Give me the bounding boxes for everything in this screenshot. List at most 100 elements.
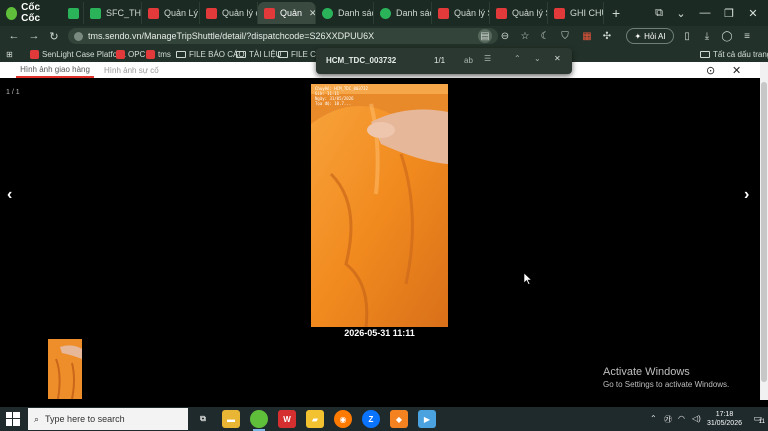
find-input[interactable]: HCM_TDC_003732 <box>326 56 396 65</box>
sticky-notes-icon[interactable]: ▰ <box>306 410 324 428</box>
browser-app-icon[interactable]: ◉ <box>334 410 352 428</box>
tab-search-icon[interactable]: ⧉ <box>648 0 670 26</box>
sidebar-icon[interactable]: ▯ <box>680 29 694 43</box>
photo-thumbnail[interactable] <box>48 339 82 399</box>
dark-mode-icon[interactable]: ☾ <box>538 29 552 43</box>
tab-1[interactable]: SFC_THEO <box>84 2 142 24</box>
tab-9[interactable]: GHI CHÚ C <box>548 2 604 24</box>
close-window-icon[interactable]: ✕ <box>742 0 764 26</box>
coccoc-logo-icon <box>6 6 18 20</box>
restore-icon[interactable]: ❐ <box>718 0 740 26</box>
zoom-icon[interactable]: ⊖ <box>498 29 512 43</box>
close-viewer-icon[interactable]: ✕ <box>732 62 741 78</box>
tab-8[interactable]: Quản lý Sl <box>490 2 548 24</box>
bookmark-label: TÀI LIỆU <box>249 49 282 59</box>
watermark-title: Activate Windows <box>603 366 690 378</box>
find-previous-icon[interactable]: ⌃ <box>514 54 521 63</box>
find-options-icon[interactable]: ☰ <box>484 54 491 63</box>
tab-5[interactable]: Danh sách <box>316 2 374 24</box>
tab-label: Danh sách <box>396 8 431 18</box>
taskbar-search[interactable]: ⌕ Type here to search <box>28 408 188 430</box>
sparkle-icon: ✦ <box>634 31 642 41</box>
tab-0[interactable] <box>62 2 84 24</box>
address-bar[interactable]: tms.sendo.vn/ManageTripShuttle/detail/?d… <box>68 28 498 44</box>
wps-office-icon[interactable]: W <box>278 410 296 428</box>
back-icon[interactable]: ← <box>6 28 22 44</box>
file-explorer-icon[interactable]: ▬ <box>222 410 240 428</box>
bookmark-folder-tai-lieu[interactable]: TÀI LIỆU <box>236 48 281 60</box>
tab-7[interactable]: Quản lý Sl <box>432 2 490 24</box>
sheet-icon <box>90 7 101 19</box>
new-tab-icon[interactable]: + <box>604 5 628 21</box>
puzzle-icon[interactable]: ✣ <box>600 29 614 43</box>
delivery-photo: Chuyến: HCM_TDC_003732 Giờ: 11:11 Ngày: … <box>311 84 448 327</box>
folder-icon <box>176 50 186 58</box>
bookmark-folder-bao-cao[interactable]: FILE BÁO CÁO <box>176 48 245 60</box>
app-icon[interactable]: ◆ <box>390 410 408 428</box>
scrollbar-thumb[interactable] <box>761 82 767 382</box>
bookmark-label: SenLight Case Platfor... <box>42 49 127 59</box>
thumbnail-image <box>48 339 82 399</box>
tab-2[interactable]: Quản Lý V <box>142 2 200 24</box>
site-info-icon[interactable] <box>74 31 83 41</box>
zoom-icon[interactable]: ⊙ <box>706 62 715 78</box>
system-tray: ⌃ ㉮ ◠ ◁) 17:18 31/05/2026 ▭ 11 <box>638 407 768 431</box>
extensions-menu-icon[interactable]: ⌄ <box>670 0 692 26</box>
close-tab-icon[interactable]: ✕ <box>309 8 315 19</box>
shield-icon[interactable]: ⛉ <box>558 29 572 43</box>
brand-label: Cốc Cốc <box>21 2 41 24</box>
app-icon[interactable]: ▶ <box>418 410 436 428</box>
menu-icon[interactable]: ≡ <box>740 29 754 43</box>
taskbar-clock[interactable]: 17:18 31/05/2026 <box>707 410 742 428</box>
volume-icon[interactable]: ◁) <box>692 414 701 423</box>
windows-taskbar: ⌕ Type here to search ⧉ ▬ W ▰ ◉ Z ◆ ▶ ⌃ … <box>0 407 768 431</box>
find-bar: HCM_TDC_003732 1/1 ab ☰ ⌃ ⌄ ✕ <box>316 48 572 74</box>
sendo-icon <box>264 7 275 19</box>
tab-3[interactable]: Quản lý ch <box>200 2 258 24</box>
search-icon: ⌕ <box>34 413 40 424</box>
language-icon[interactable]: ㉮ <box>664 414 672 425</box>
show-hidden-icons-icon[interactable]: ⌃ <box>650 414 657 423</box>
orange-bag-photo <box>311 84 448 327</box>
calendar-extension-icon[interactable]: ▦ <box>580 29 594 43</box>
profile-icon[interactable]: ◯ <box>720 29 734 43</box>
folder-icon <box>278 50 288 58</box>
tab-incident-images[interactable]: Hình ảnh sự cố <box>104 62 159 78</box>
tab-delivery-images[interactable]: Hình ảnh giao hàng <box>16 62 94 78</box>
close-find-icon[interactable]: ✕ <box>554 54 561 63</box>
url-text: tms.sendo.vn/ManageTripShuttle/detail/?d… <box>88 31 375 41</box>
reload-icon[interactable]: ↻ <box>46 28 62 44</box>
photo-timestamp: 2026-05-31 11:11 <box>344 328 415 338</box>
sendo-icon <box>146 49 155 59</box>
tab-4-active[interactable]: Quản ✕ <box>258 2 316 24</box>
overlay-line: Tọa độ: 10.7... <box>315 101 352 106</box>
find-next-icon[interactable]: ⌄ <box>534 54 541 63</box>
sendo-icon <box>116 49 125 59</box>
apps-icon[interactable]: ⊞ <box>6 48 13 60</box>
browser-brand[interactable]: Cốc Cốc <box>0 2 62 24</box>
bookmark-senlight[interactable]: SenLight Case Platfor... <box>30 48 126 60</box>
zalo-icon[interactable]: Z <box>362 410 380 428</box>
folder-icon <box>236 50 246 58</box>
task-view-icon[interactable]: ⧉ <box>194 410 212 428</box>
wifi-icon[interactable]: ◠ <box>678 414 685 423</box>
page-scrollbar[interactable] <box>760 62 768 400</box>
bookmark-tms[interactable]: tms <box>146 48 171 60</box>
download-icon[interactable]: ⤓ <box>700 29 714 43</box>
star-icon[interactable]: ☆ <box>518 29 532 43</box>
bookmark-opc[interactable]: OPC <box>116 48 145 60</box>
tab-6[interactable]: Danh sách <box>374 2 432 24</box>
forward-icon[interactable]: → <box>26 28 42 44</box>
coccoc-taskbar-icon[interactable] <box>250 410 268 431</box>
ask-ai-button[interactable]: ✦ Hỏi AI <box>626 28 674 44</box>
windows-start-icon[interactable] <box>6 412 20 426</box>
minimize-icon[interactable]: — <box>694 0 716 26</box>
match-case-icon[interactable]: ab <box>464 56 473 65</box>
page-action-icon[interactable]: ▤ <box>478 29 492 43</box>
all-bookmarks[interactable]: Tất cả dấu trang <box>700 48 768 60</box>
sheets-icon <box>322 7 333 19</box>
prev-image-icon[interactable]: ‹ <box>7 186 12 204</box>
sendo-icon <box>554 7 565 19</box>
activate-windows-watermark: Activate Windows Go to Settings to activ… <box>603 366 729 389</box>
next-image-icon[interactable]: › <box>744 186 749 204</box>
